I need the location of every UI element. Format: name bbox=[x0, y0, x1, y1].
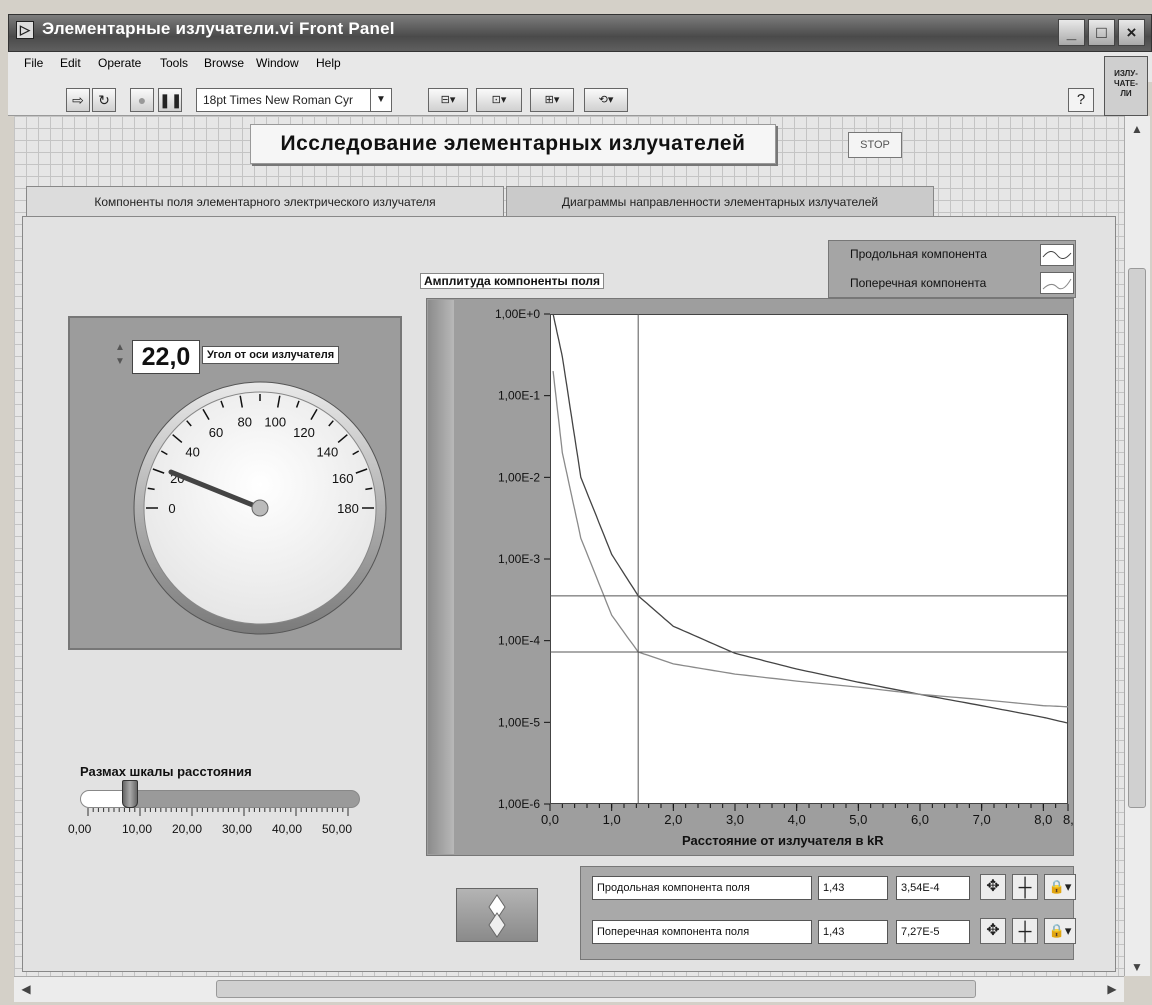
slider-tick-label: 0,00 bbox=[68, 822, 92, 836]
slider-tick-label: 30,00 bbox=[222, 822, 253, 836]
pause-icon[interactable]: ❚❚ bbox=[158, 88, 182, 112]
menu-operate[interactable]: Operate bbox=[98, 56, 141, 70]
series-line-transverse bbox=[552, 371, 1069, 708]
cursor-style-icon[interactable]: ┼ bbox=[1012, 874, 1038, 900]
menu-help[interactable]: Help bbox=[316, 56, 341, 70]
slider-minor-ticks bbox=[87, 808, 349, 816]
y-tick-label: 1,00E-4 bbox=[498, 634, 540, 648]
dial-scale-label: 140 bbox=[317, 444, 339, 459]
distance-slider-thumb[interactable] bbox=[122, 780, 138, 808]
diamond-navigation-icon bbox=[488, 894, 506, 938]
graph-palette-button[interactable] bbox=[456, 888, 538, 942]
context-help-button[interactable]: ? bbox=[1068, 88, 1094, 112]
dial-scale-label: 180 bbox=[337, 501, 359, 516]
x-tick-label: 5,0 bbox=[849, 812, 867, 827]
panel-header: Исследование элементарных излучателей bbox=[250, 124, 776, 164]
angle-numeric-input[interactable]: 22,0 bbox=[132, 340, 200, 374]
dial-scale-label: 0 bbox=[168, 501, 175, 516]
y-tick-label: 1,00E-1 bbox=[498, 389, 540, 403]
waveform-graph[interactable]: 1,00E+0 1,00E-1 1,00E-2 1,00E-3 1,00E-4 1,00E… bbox=[440, 304, 1074, 838]
dial-scale-label: 80 bbox=[237, 414, 251, 429]
window-title: Элементарные излучатели.vi Front Panel bbox=[42, 19, 395, 38]
legend-entry-transverse: Поперечная компонента bbox=[850, 276, 987, 290]
graph-label: Амплитуда компоненты поля bbox=[420, 273, 604, 289]
distribute-objects-icon[interactable]: ⊡▾ bbox=[476, 88, 522, 112]
x-tick-label: 0,0 bbox=[541, 812, 559, 827]
slider-tick-label: 10,00 bbox=[122, 822, 153, 836]
cursor-x-longitudinal[interactable]: 1,43 bbox=[818, 876, 888, 900]
y-tick-label: 1,00E-5 bbox=[498, 715, 540, 729]
legend-entry-longitudinal: Продольная компонента bbox=[850, 247, 987, 261]
x-axis-title: Расстояние от излучателя в kR bbox=[682, 833, 884, 848]
distance-slider-label: Размах шкалы расстояния bbox=[80, 764, 252, 779]
cursor-move-icon[interactable]: ✥ bbox=[980, 874, 1006, 900]
y-tick-label: 1,00E-3 bbox=[498, 552, 540, 566]
y-tick-label: 1,00E-6 bbox=[498, 797, 540, 811]
cursor-y-longitudinal[interactable]: 3,54E-4 bbox=[896, 876, 970, 900]
run-arrow-icon[interactable]: ⇨ bbox=[66, 88, 90, 112]
series-line-longitudinal bbox=[552, 313, 1069, 724]
cursor-move-icon[interactable]: ✥ bbox=[980, 918, 1006, 944]
chevron-down-icon: ▼ bbox=[370, 89, 391, 111]
dial-scale-label: 60 bbox=[209, 425, 223, 440]
tab-field-components[interactable]: Компоненты поля элементарного электричес… bbox=[26, 186, 504, 220]
vi-window-icon: ▷ bbox=[16, 21, 34, 39]
cursor-lock-icon[interactable]: 🔒▾ bbox=[1044, 918, 1076, 944]
x-tick-label: 1,0 bbox=[603, 812, 621, 827]
font-selector[interactable]: 18pt Times New Roman Cyr ▼ bbox=[196, 88, 392, 112]
minimize-button[interactable]: _ bbox=[1058, 19, 1085, 46]
x-tick-label: 3,0 bbox=[726, 812, 744, 827]
slider-tick-label: 50,00 bbox=[322, 822, 353, 836]
tab-directivity-diagrams[interactable]: Диаграммы направленности элементарных из… bbox=[506, 186, 934, 218]
dial-scale-label: 100 bbox=[264, 414, 286, 429]
scroll-down-icon[interactable]: ▼ bbox=[1128, 960, 1146, 974]
reorder-icon[interactable]: ⟲▾ bbox=[584, 88, 628, 112]
x-tick-label: 8,4 bbox=[1063, 812, 1074, 827]
cursor-x-transverse[interactable]: 1,43 bbox=[818, 920, 888, 944]
cursor-name-longitudinal[interactable]: Продольная компонента поля bbox=[592, 876, 812, 900]
x-tick-label: 2,0 bbox=[664, 812, 682, 827]
menu-browse[interactable]: Browse bbox=[204, 56, 244, 70]
legend-swatch-longitudinal[interactable] bbox=[1040, 244, 1074, 266]
increment-decrement-icon[interactable]: ▲ ▼ bbox=[112, 341, 128, 373]
cursor-name-transverse[interactable]: Поперечная компонента поля bbox=[592, 920, 812, 944]
horizontal-scroll-thumb[interactable] bbox=[216, 980, 976, 998]
abort-icon[interactable]: ● bbox=[130, 88, 154, 112]
legend-swatch-transverse[interactable] bbox=[1040, 272, 1074, 294]
run-continuously-icon[interactable]: ↻ bbox=[92, 88, 116, 112]
dial-scale-label: 120 bbox=[293, 425, 315, 440]
x-tick-label: 6,0 bbox=[911, 812, 929, 827]
slider-tick-label: 40,00 bbox=[272, 822, 303, 836]
menu-edit[interactable]: Edit bbox=[60, 56, 81, 70]
angle-dial[interactable]: 020406080 100120140160180 bbox=[130, 378, 390, 638]
x-tick-label: 7,0 bbox=[973, 812, 991, 827]
scroll-left-icon[interactable]: ◀ bbox=[18, 982, 34, 996]
resize-objects-icon[interactable]: ⊞▾ bbox=[530, 88, 574, 112]
close-button[interactable]: × bbox=[1118, 19, 1145, 46]
x-tick-label: 4,0 bbox=[788, 812, 806, 827]
vi-icon: ИЗЛУ- ЧАТЕ- ЛИ bbox=[1104, 56, 1148, 116]
y-tick-label: 1,00E-2 bbox=[498, 470, 540, 484]
menu-window[interactable]: Window bbox=[256, 56, 299, 70]
scroll-right-icon[interactable]: ▶ bbox=[1104, 982, 1120, 996]
dial-scale-label: 160 bbox=[332, 471, 354, 486]
vertical-scroll-thumb[interactable] bbox=[1128, 268, 1146, 808]
cursor-style-icon[interactable]: ┼ bbox=[1012, 918, 1038, 944]
stop-button[interactable]: STOP bbox=[848, 132, 902, 158]
maximize-button[interactable]: □ bbox=[1088, 19, 1115, 46]
angle-label: Угол от оси излучателя bbox=[202, 346, 340, 364]
cursor-y-transverse[interactable]: 7,27E-5 bbox=[896, 920, 970, 944]
slider-tick-label: 20,00 bbox=[172, 822, 203, 836]
y-tick-label: 1,00E+0 bbox=[495, 307, 540, 321]
dial-scale-label: 40 bbox=[185, 444, 199, 459]
menu-file[interactable]: File bbox=[24, 56, 43, 70]
align-objects-icon[interactable]: ⊟▾ bbox=[428, 88, 468, 112]
scroll-up-icon[interactable]: ▲ bbox=[1128, 122, 1146, 136]
menu-tools[interactable]: Tools bbox=[160, 56, 188, 70]
cursor-lock-icon[interactable]: 🔒▾ bbox=[1044, 874, 1076, 900]
x-tick-label: 8,0 bbox=[1034, 812, 1052, 827]
dial-hub bbox=[251, 499, 269, 517]
